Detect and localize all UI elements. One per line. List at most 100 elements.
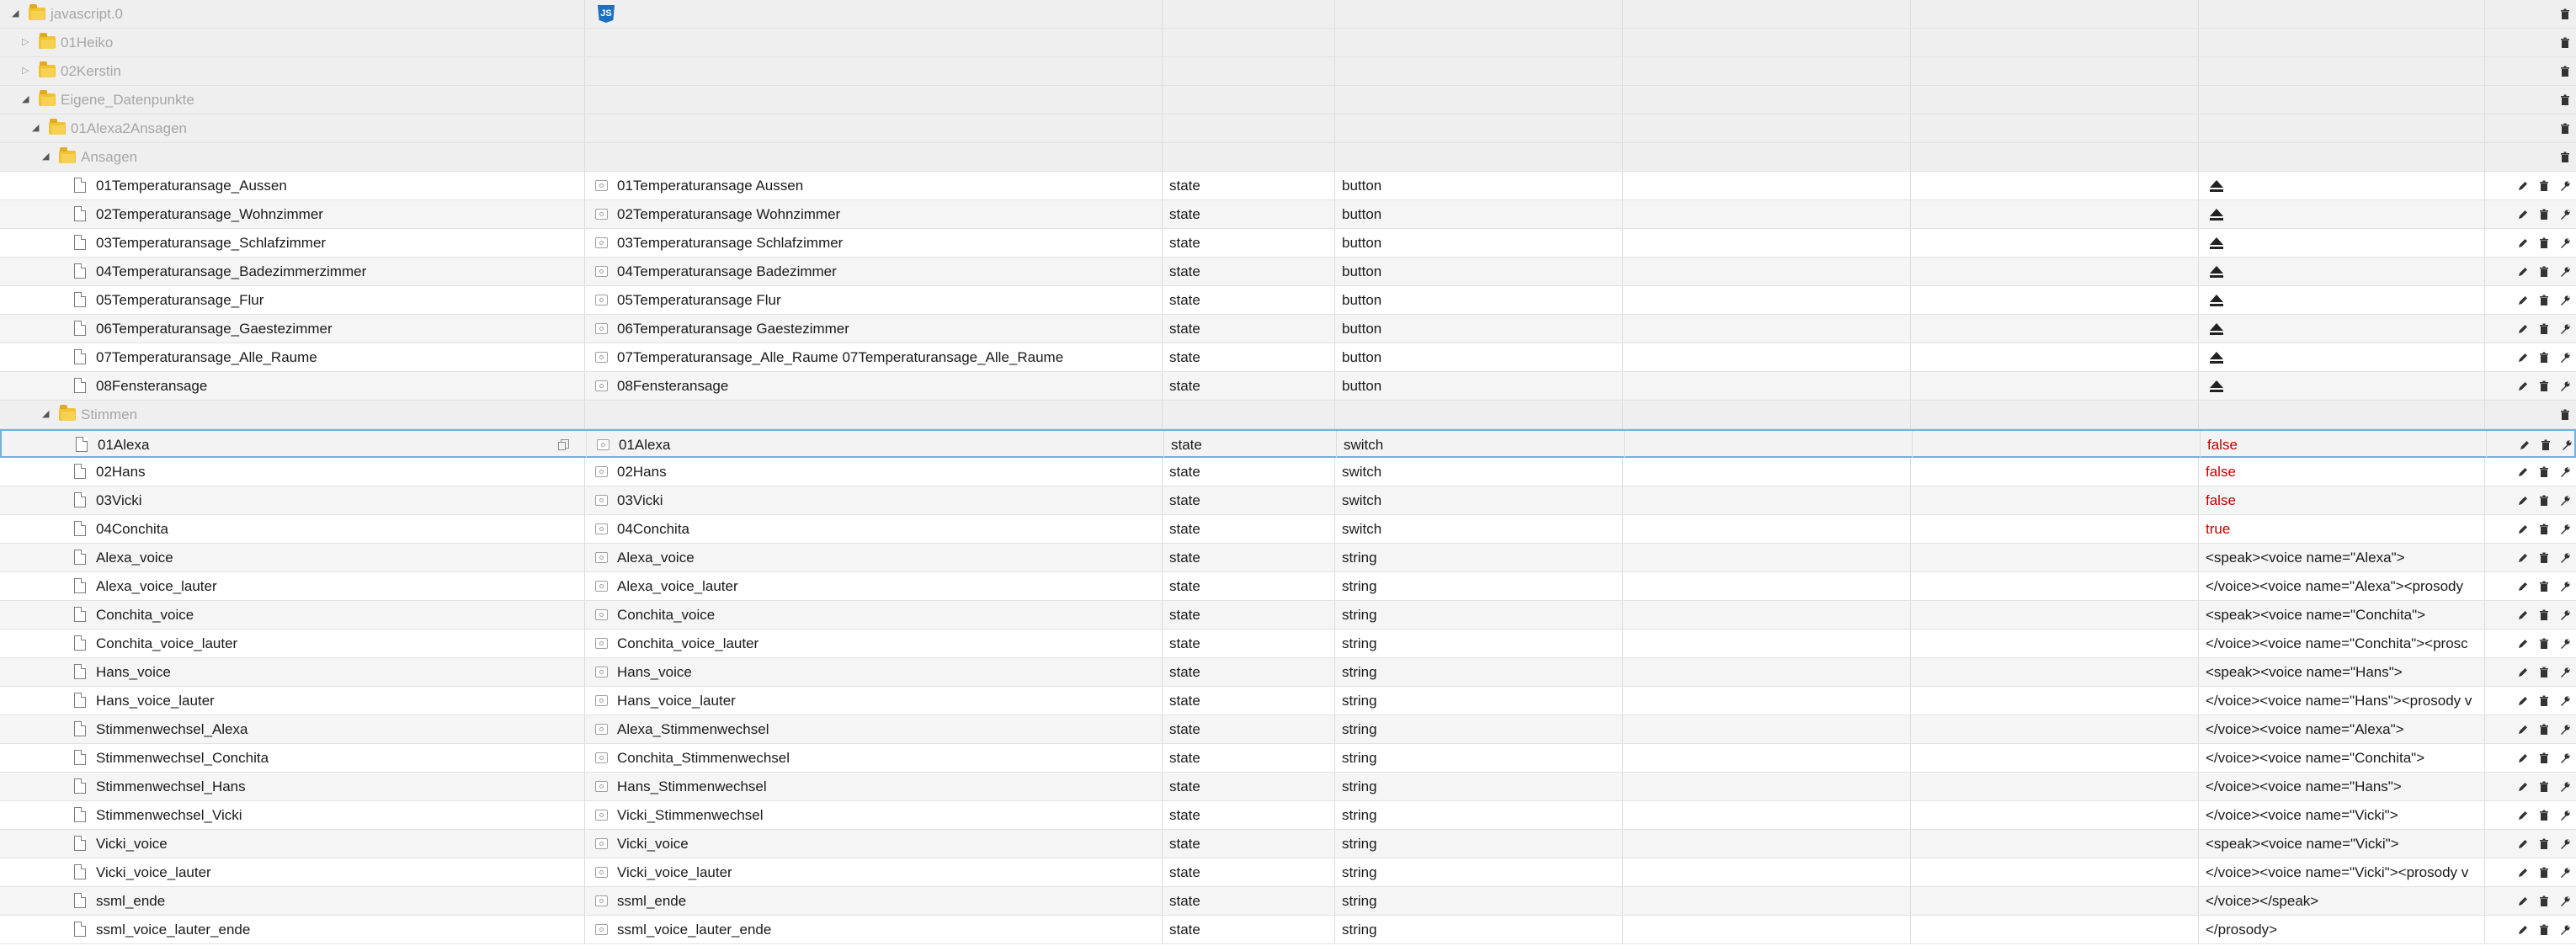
wrench-icon[interactable] (2559, 781, 2571, 793)
value-cell[interactable]: true (2199, 515, 2485, 543)
pencil-icon[interactable] (2517, 466, 2529, 478)
trash-icon[interactable] (2538, 180, 2550, 192)
object-id-cell[interactable]: ◢ javascript.0 (0, 0, 585, 28)
trash-icon[interactable] (2538, 523, 2550, 535)
state-row[interactable]: 06Temperaturansage_Gaestezimmer 06Tempera… (0, 315, 2576, 343)
value-cell[interactable]: <speak><voice name="Conchita"> (2199, 601, 2485, 629)
wrench-icon[interactable] (2559, 638, 2571, 650)
trash-icon[interactable] (2538, 495, 2550, 507)
state-row[interactable]: 04Conchita 04Conchita state switch true (0, 515, 2576, 544)
object-id-cell[interactable]: Conchita_voice_lauter (0, 630, 585, 657)
trash-icon[interactable] (2559, 151, 2571, 163)
wrench-icon[interactable] (2559, 838, 2571, 850)
trash-icon[interactable] (2538, 667, 2550, 678)
value-cell[interactable]: <speak><voice name="Vicki"> (2199, 830, 2485, 858)
wrench-icon[interactable] (2559, 895, 2571, 907)
trash-icon[interactable] (2538, 752, 2550, 764)
value-cell[interactable]: false (2199, 458, 2485, 486)
value-cell[interactable]: false (2199, 486, 2485, 514)
object-id-cell[interactable]: Stimmenwechsel_Hans (0, 773, 585, 800)
wrench-icon[interactable] (2559, 667, 2571, 678)
object-id-cell[interactable]: Alexa_voice_lauter (0, 572, 585, 600)
state-row[interactable]: Stimmenwechsel_Vicki Vicki_Stimmenwechsel… (0, 801, 2576, 830)
wrench-icon[interactable] (2559, 380, 2571, 392)
wrench-icon[interactable] (2559, 552, 2571, 564)
pencil-icon[interactable] (2517, 752, 2529, 764)
wrench-icon[interactable] (2561, 439, 2573, 451)
value-cell[interactable] (2199, 172, 2485, 199)
eject-button-icon[interactable] (2207, 379, 2226, 394)
wrench-icon[interactable] (2559, 323, 2571, 335)
pencil-icon[interactable] (2517, 724, 2529, 736)
object-id-cell[interactable]: 02Hans (0, 458, 585, 486)
state-row[interactable]: ssml_ende ssml_ende state string </voice></s… (0, 887, 2576, 916)
object-id-cell[interactable]: Stimmenwechsel_Conchita (0, 744, 585, 772)
trash-icon[interactable] (2538, 724, 2550, 736)
value-cell[interactable]: </voice><voice name="Vicki"><prosody v (2199, 858, 2485, 886)
expand-open-icon[interactable]: ◢ (42, 143, 49, 171)
trash-icon[interactable] (2538, 380, 2550, 392)
value-cell[interactable]: </voice><voice name="Vicki"> (2199, 801, 2485, 829)
object-id-cell[interactable]: Stimmenwechsel_Alexa (0, 715, 585, 743)
object-id-cell[interactable]: Vicki_voice (0, 830, 585, 858)
wrench-icon[interactable] (2559, 495, 2571, 507)
value-cell[interactable]: </voice><voice name="Hans"><prosody v (2199, 687, 2485, 715)
wrench-icon[interactable] (2559, 695, 2571, 707)
pencil-icon[interactable] (2517, 380, 2529, 392)
eject-button-icon[interactable] (2207, 236, 2226, 251)
object-id-cell[interactable]: Vicki_voice_lauter (0, 858, 585, 886)
trash-icon[interactable] (2538, 810, 2550, 821)
trash-icon[interactable] (2538, 781, 2550, 793)
value-cell[interactable]: <speak><voice name="Alexa"> (2199, 544, 2485, 571)
value-cell[interactable] (2199, 258, 2485, 285)
wrench-icon[interactable] (2559, 724, 2571, 736)
state-row[interactable]: Vicki_voice Vicki_voice state string <speak>… (0, 830, 2576, 858)
object-id-cell[interactable]: Hans_voice_lauter (0, 687, 585, 715)
value-cell[interactable] (2199, 372, 2485, 400)
state-row[interactable]: 03Vicki 03Vicki state switch false (0, 486, 2576, 515)
trash-icon[interactable] (2538, 867, 2550, 879)
wrench-icon[interactable] (2559, 266, 2571, 278)
trash-icon[interactable] (2538, 466, 2550, 478)
state-row[interactable]: ssml_voice_lauter_ende ssml_voice_lauter_… (0, 916, 2576, 944)
trash-icon[interactable] (2559, 409, 2571, 421)
object-id-cell[interactable]: ◢ Ansagen (0, 143, 585, 171)
wrench-icon[interactable] (2559, 581, 2571, 592)
trash-icon[interactable] (2538, 352, 2550, 364)
object-id-cell[interactable]: 04Temperaturansage_Badezimmerzimmer (0, 258, 585, 285)
object-id-cell[interactable]: ◢ Stimmen (0, 401, 585, 428)
trash-icon[interactable] (2538, 695, 2550, 707)
state-row[interactable]: Conchita_voice_lauter Conchita_voice_laut… (0, 630, 2576, 658)
wrench-icon[interactable] (2559, 609, 2571, 621)
state-row[interactable]: 02Hans 02Hans state switch false (0, 458, 2576, 486)
state-row[interactable]: Conchita_voice Conchita_voice state string <… (0, 601, 2576, 630)
state-row[interactable]: 01Temperaturansage_Aussen 01Temperaturans… (0, 172, 2576, 200)
pencil-icon[interactable] (2517, 667, 2529, 678)
copy-icon[interactable] (558, 439, 569, 450)
trash-icon[interactable] (2538, 552, 2550, 564)
value-cell[interactable] (2199, 229, 2485, 257)
pencil-icon[interactable] (2519, 439, 2531, 451)
eject-button-icon[interactable] (2207, 178, 2226, 194)
object-id-cell[interactable]: 02Temperaturansage_Wohnzimmer (0, 200, 585, 228)
folder-row[interactable]: ◢ Stimmen (0, 401, 2576, 429)
state-row[interactable]: Stimmenwechsel_Alexa Alexa_Stimmenwechsel… (0, 715, 2576, 744)
pencil-icon[interactable] (2517, 352, 2529, 364)
object-id-cell[interactable]: 06Temperaturansage_Gaestezimmer (0, 315, 585, 343)
object-id-cell[interactable]: 01Temperaturansage_Aussen (0, 172, 585, 199)
eject-button-icon[interactable] (2207, 207, 2226, 222)
object-id-cell[interactable]: ssml_voice_lauter_ende (0, 916, 585, 943)
pencil-icon[interactable] (2517, 266, 2529, 278)
state-row[interactable]: Alexa_voice_lauter Alexa_voice_lauter stat… (0, 572, 2576, 601)
folder-row[interactable]: ▷ 01Heiko (0, 29, 2576, 57)
pencil-icon[interactable] (2517, 838, 2529, 850)
state-row[interactable]: Alexa_voice Alexa_voice state string <speak>… (0, 544, 2576, 572)
trash-icon[interactable] (2538, 237, 2550, 249)
value-cell[interactable]: </voice><voice name="Hans"> (2199, 773, 2485, 800)
pencil-icon[interactable] (2517, 581, 2529, 592)
object-id-cell[interactable]: ◢ Eigene_Datenpunkte (0, 86, 585, 114)
state-row[interactable]: 01Alexa 01Alexa state switch false (0, 429, 2576, 459)
pencil-icon[interactable] (2517, 180, 2529, 192)
trash-icon[interactable] (2538, 581, 2550, 592)
state-row[interactable]: 03Temperaturansage_Schlafzimmer 03Tempera… (0, 229, 2576, 258)
